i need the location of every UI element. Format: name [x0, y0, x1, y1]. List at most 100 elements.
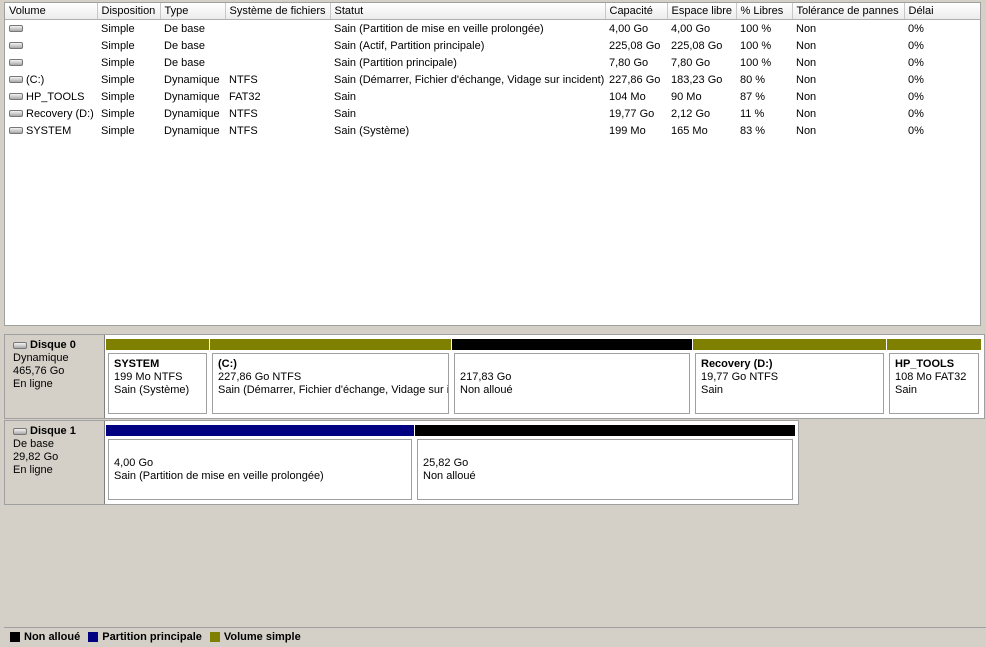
- disk0-partition-4[interactable]: HP_TOOLS 108 Mo FAT32 Sain: [887, 339, 981, 416]
- volume-name: Recovery (D:): [26, 107, 94, 120]
- partition-size-info: 199 Mo NTFS: [114, 371, 183, 383]
- partition-type-bar: [887, 339, 981, 350]
- partition-status: Sain (Partition de mise en veille prolon…: [114, 470, 324, 482]
- table-cell-disposition: Simple: [101, 73, 135, 86]
- volume-name: SYSTEM: [26, 124, 72, 137]
- table-row[interactable]: SYSTEM Simple Dynamique NTFS Sain (Système) 1…: [5, 122, 980, 139]
- table-cell-fault: Non: [796, 90, 817, 103]
- table-cell-status: Sain (Partition de mise en veille prolon…: [334, 22, 544, 35]
- legend-item: Volume simple: [209, 631, 301, 643]
- table-cell-capacity: 4,00 Go: [609, 22, 649, 35]
- table-cell-type: De base: [164, 39, 205, 52]
- table-cell-volume: [5, 54, 97, 71]
- table-cell-disposition: Simple: [101, 22, 135, 35]
- table-row[interactable]: Simple De base Sain (Actif, Partition prin…: [5, 37, 980, 54]
- table-cell-delay: 0%: [908, 90, 924, 103]
- disk-map-area: Disque 0 Dynamique 465,76 Go En ligne SY…: [4, 334, 985, 624]
- partition-body: (C:) 227,86 Go NTFS Sain (Démarrer, Fichie…: [212, 353, 449, 414]
- table-cell-type: Dynamique: [164, 73, 220, 86]
- partition-size-info: 217,83 Go: [460, 371, 512, 383]
- table-cell-free: 4,00 Go: [671, 22, 711, 35]
- partition-name: [460, 358, 684, 371]
- table-row[interactable]: Simple De base Sain (Partition de mise en …: [5, 20, 980, 38]
- drive-icon: [9, 127, 23, 135]
- partition-status: Sain: [701, 384, 724, 396]
- partition-name: HP_TOOLS: [895, 358, 955, 370]
- legend-swatch: [209, 632, 220, 643]
- drive-icon: [9, 25, 23, 33]
- column-header-capacity[interactable]: Capacité: [605, 3, 668, 20]
- table-cell-fs: [225, 20, 330, 38]
- table-row[interactable]: Simple De base Sain (Partition principale)…: [5, 54, 980, 71]
- disk-0-row[interactable]: Disque 0 Dynamique 465,76 Go En ligne SY…: [4, 334, 985, 419]
- disk1-partition-0[interactable]: 4,00 Go Sain (Partition de mise en veille…: [106, 425, 414, 502]
- table-cell-capacity: 104 Mo: [609, 90, 646, 103]
- partition-type-bar: [693, 339, 886, 350]
- table-cell-fault: Non: [796, 124, 817, 137]
- table-cell-delay: 0%: [908, 107, 924, 120]
- column-header-percent-free[interactable]: % Libres: [736, 3, 793, 20]
- column-header-type[interactable]: Type: [160, 3, 226, 20]
- partition-size-info: 4,00 Go: [114, 457, 154, 469]
- disk0-partition-3[interactable]: Recovery (D:) 19,77 Go NTFS Sain: [693, 339, 886, 416]
- partition-name: (C:): [218, 358, 237, 370]
- table-cell-pct: 100 %: [740, 56, 772, 69]
- partition-size-info: 25,82 Go: [423, 457, 469, 469]
- partition-size-info: 108 Mo FAT32: [895, 371, 967, 383]
- table-cell-fs: NTFS: [229, 124, 258, 137]
- column-header-disposition[interactable]: Disposition: [97, 3, 161, 20]
- table-cell-fs: NTFS: [229, 107, 258, 120]
- column-header-volume[interactable]: Volume: [5, 3, 98, 20]
- partition-size-info: 227,86 Go NTFS: [218, 371, 302, 383]
- partition-name: [423, 444, 787, 457]
- table-cell-volume: Recovery (D:): [5, 105, 97, 122]
- table-cell-capacity: 7,80 Go: [609, 56, 649, 69]
- partition-name: [114, 444, 406, 457]
- column-header-delay[interactable]: Délai: [904, 3, 980, 20]
- disk-0-label[interactable]: Disque 0 Dynamique 465,76 Go En ligne: [5, 335, 105, 418]
- partition-body: 25,82 Go Non alloué: [417, 439, 793, 500]
- partition-body: 4,00 Go Sain (Partition de mise en veille…: [108, 439, 412, 500]
- table-cell-status: Sain (Partition principale): [334, 56, 457, 69]
- table-cell-fault: Non: [796, 107, 817, 120]
- table-cell-type: Dynamique: [164, 124, 220, 137]
- table-cell-fs: NTFS: [229, 73, 258, 86]
- column-header-fault-tolerance[interactable]: Tolérance de pannes: [792, 3, 905, 20]
- table-row[interactable]: HP_TOOLS Simple Dynamique FAT32 Sain 104 Mo 90…: [5, 88, 980, 105]
- table-cell-fault: Non: [796, 73, 817, 86]
- partition-body: HP_TOOLS 108 Mo FAT32 Sain: [889, 353, 979, 414]
- table-cell-capacity: 19,77 Go: [609, 107, 655, 120]
- column-header-status[interactable]: Statut: [330, 3, 606, 20]
- legend: Non alloué Partition principale Volume sim…: [4, 627, 986, 646]
- volume-name: HP_TOOLS: [26, 90, 85, 103]
- table-row[interactable]: Recovery (D:) Simple Dynamique NTFS Sain 19,7…: [5, 105, 980, 122]
- volume-name: (C:): [26, 73, 45, 86]
- disk-1-size: 29,82 Go: [13, 451, 59, 463]
- pane-splitter[interactable]: [0, 326, 986, 333]
- table-cell-delay: 0%: [908, 73, 924, 86]
- table-row[interactable]: (C:) Simple Dynamique NTFS Sain (Démarrer, F…: [5, 71, 980, 88]
- disk-1-row[interactable]: Disque 1 De base 29,82 Go En ligne 4,00 …: [4, 420, 799, 505]
- table-cell-pct: 80 %: [740, 73, 766, 86]
- table-cell-fs: [225, 37, 330, 54]
- table-cell-volume: (C:): [5, 71, 97, 88]
- drive-icon: [9, 42, 23, 50]
- table-cell-status: Sain (Système): [334, 124, 410, 137]
- disk1-partition-1[interactable]: 25,82 Go Non alloué: [415, 425, 795, 502]
- table-cell-free: 2,12 Go: [671, 107, 711, 120]
- legend-item: Partition principale: [88, 631, 202, 643]
- partition-status: Sain: [895, 384, 918, 396]
- table-cell-free: 90 Mo: [671, 90, 702, 103]
- drive-icon: [9, 110, 23, 118]
- disk-1-label[interactable]: Disque 1 De base 29,82 Go En ligne: [5, 421, 105, 504]
- table-cell-capacity: 199 Mo: [609, 124, 646, 137]
- column-header-free-space[interactable]: Espace libre: [667, 3, 737, 20]
- volume-list[interactable]: Volume Disposition Type Système de fichi…: [4, 2, 981, 326]
- column-header-filesystem[interactable]: Système de fichiers: [225, 3, 331, 20]
- legend-label: Partition principale: [102, 631, 202, 643]
- disk0-partition-2[interactable]: 217,83 Go Non alloué: [452, 339, 692, 416]
- table-cell-pct: 11 %: [740, 107, 765, 120]
- disk0-partition-1[interactable]: (C:) 227,86 Go NTFS Sain (Démarrer, Fichie…: [210, 339, 451, 416]
- disk0-partition-0[interactable]: SYSTEM 199 Mo NTFS Sain (Système): [106, 339, 209, 416]
- table-cell-delay: 0%: [908, 56, 924, 69]
